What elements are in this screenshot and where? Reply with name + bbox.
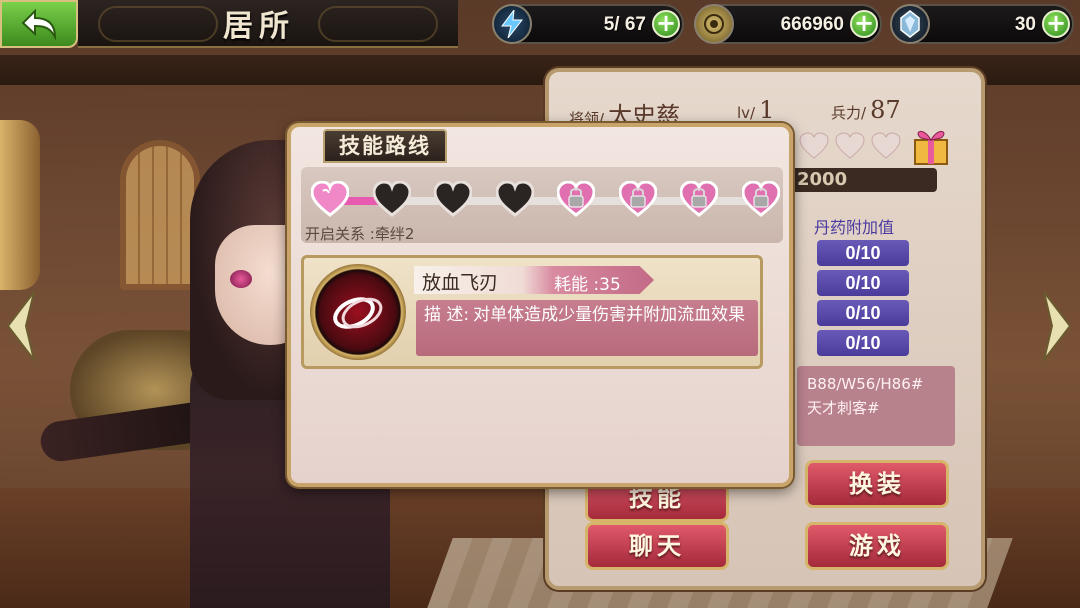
character-eye-left	[230, 270, 252, 288]
locked-heart-icon[interactable]	[741, 181, 780, 217]
unlocked-heart-icon[interactable]	[311, 181, 349, 217]
level-value: 1	[759, 96, 775, 124]
pill-stat: 0/10	[817, 270, 909, 296]
crystal-resource: 30 +	[890, 4, 1074, 44]
description-line: 天才刺客#	[807, 399, 880, 417]
locked-heart-icon[interactable]	[618, 181, 657, 217]
exp-bar: 2000	[777, 168, 937, 192]
heart-outline-icon	[871, 132, 901, 159]
energy-resource: 5/ 67 +	[492, 4, 684, 44]
skill-card: 放血飞刃 耗能 :35 描 述: 对单体造成少量伤害并附加流血效果	[301, 255, 763, 369]
skill-route-dialog: 技能路线 开启关系 :牵绊2 放血飞刃 耗能:35 描 述: 对单体造成少量伤…	[287, 123, 793, 487]
empty-heart-icon[interactable]	[372, 181, 411, 217]
affection-hearts	[799, 132, 901, 160]
skill-description: 描 述: 对单体造成少量伤害并附加流血效果	[416, 300, 758, 356]
route-unlock-condition: 开启关系 :牵绊2	[305, 225, 415, 243]
skill-description-text: 对单体造成少量伤害并附加流血效果	[473, 305, 746, 325]
pill-bonus-header: 丹药附加值	[814, 218, 895, 237]
mirror-decoration	[0, 120, 40, 290]
crystal-value: 30	[1014, 14, 1036, 35]
add-energy-button[interactable]: +	[652, 10, 680, 38]
level-label: lv/	[737, 104, 756, 122]
pill-stat: 0/10	[817, 240, 909, 266]
page-title: 居所	[223, 9, 295, 44]
crystal-icon	[890, 4, 930, 44]
title-ornament-right	[318, 6, 438, 42]
empty-heart-icon[interactable]	[495, 181, 534, 217]
locked-heart-icon[interactable]	[680, 181, 718, 217]
blade-skill-icon[interactable]	[310, 264, 406, 360]
coin-resource: 666960 +	[694, 4, 882, 44]
troops-value: 87	[870, 96, 901, 124]
title-ornament-left	[98, 6, 218, 42]
back-button[interactable]	[0, 0, 78, 48]
pill-stat: 0/10	[817, 330, 909, 356]
troops-label: 兵力/	[831, 104, 867, 122]
description-line: B88/W56/H86#	[807, 375, 924, 393]
heart-outline-icon	[835, 132, 865, 159]
skill-description-label: 描 述:	[424, 305, 470, 325]
heart-outline-icon	[799, 132, 829, 159]
character-description: B88/W56/H86# 天才刺客#	[797, 366, 955, 446]
game-button[interactable]: 游戏	[805, 522, 949, 570]
troops-row: 兵力/ 87	[831, 96, 901, 124]
energy-value: 5/ 67	[603, 14, 646, 35]
locked-heart-icon[interactable]	[557, 181, 595, 217]
skill-route-track: 开启关系 :牵绊2	[301, 167, 783, 243]
lightning-icon	[492, 4, 532, 44]
empty-heart-icon[interactable]	[434, 181, 472, 217]
skill-energy-cost: 耗能 :35	[554, 275, 621, 295]
pill-stat: 0/10	[817, 300, 909, 326]
gift-icon[interactable]	[909, 124, 953, 166]
next-arrow-icon[interactable]	[1040, 288, 1074, 364]
back-arrow-icon	[21, 8, 57, 41]
coin-value: 666960	[780, 14, 844, 35]
title-plate: 居所	[78, 0, 458, 48]
add-crystal-button[interactable]: +	[1042, 10, 1070, 38]
coin-icon	[694, 4, 734, 44]
chat-button[interactable]: 聊天	[585, 522, 729, 570]
add-coin-button[interactable]: +	[850, 10, 878, 38]
level-row: lv/ 1	[737, 96, 774, 124]
prev-arrow-icon[interactable]	[4, 288, 38, 364]
top-bar: 居所 5/ 67 + 666960 + 30 +	[0, 0, 1080, 50]
outfit-button[interactable]: 换装	[805, 460, 949, 508]
skill-name: 放血飞刃	[422, 272, 499, 294]
skill-route-tab: 技能路线	[323, 129, 447, 163]
